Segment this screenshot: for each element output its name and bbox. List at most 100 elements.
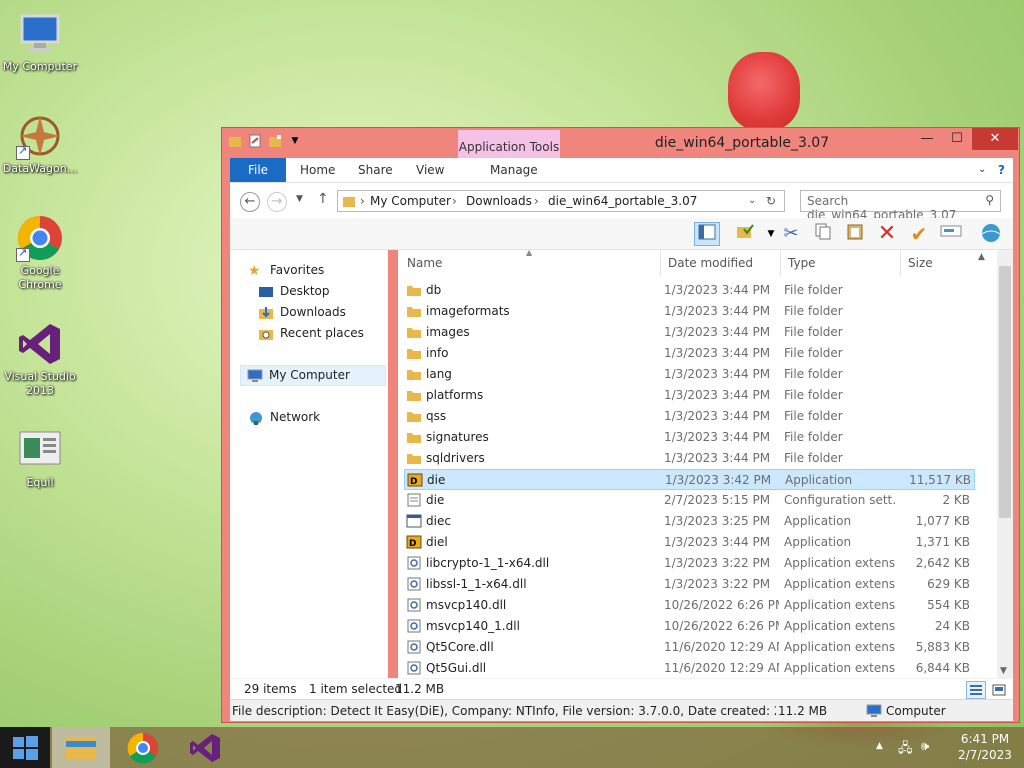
column-divider[interactable] [660,250,661,276]
scroll-up-icon[interactable]: ▲ [978,252,985,262]
vertical-scrollbar[interactable]: ▼ [997,250,1013,678]
file-size: 24 KB [934,619,970,633]
nav-favorites[interactable]: ★ Favorites [248,260,324,281]
volume-icon[interactable]: 🕪 [921,739,929,754]
file-row[interactable]: imageformats 1/3/2023 3:44 PM File folder [404,301,975,322]
search-input[interactable]: Search die_win64_portable_3.07 ⚲ [800,190,1001,222]
globe-icon[interactable] [978,222,1004,246]
column-header-name[interactable]: Name [407,256,442,270]
file-date: 1/3/2023 3:42 PM [665,473,772,487]
cut-icon[interactable]: ✂ [778,222,804,246]
address-dropdown-icon[interactable]: ⌄ [748,195,756,206]
taskbar-file-explorer[interactable] [52,727,110,768]
column-header-type[interactable]: Type [788,256,816,270]
desktop-icon-chrome[interactable]: Google Chrome [0,214,80,292]
file-row[interactable]: Qt5Core.dll 11/6/2020 12:29 AM Application… [404,637,975,658]
large-icons-view-icon[interactable] [989,681,1009,699]
show-hidden-icons-icon[interactable]: ▲ [876,741,883,751]
properties-icon[interactable] [248,134,262,148]
folder-icon[interactable] [228,134,242,148]
file-row[interactable]: libcrypto-1_1-x64.dll 1/3/2023 3:22 PM App… [404,553,975,574]
taskbar-chrome[interactable] [114,727,172,768]
file-date: 1/3/2023 3:44 PM [664,367,771,381]
file-type: File folder [784,367,843,381]
taskbar-visual-studio[interactable] [176,727,234,768]
file-name: msvcp140.dll [426,598,507,612]
file-row[interactable]: info 1/3/2023 3:44 PM File folder [404,343,975,364]
nav-recent-places[interactable]: Recent places [258,323,364,344]
file-row[interactable]: signatures 1/3/2023 3:44 PM File folder [404,427,975,448]
back-button[interactable]: ← [240,192,260,212]
checkmark-icon[interactable]: ✔ [906,222,932,246]
close-button[interactable]: ✕ [972,128,1018,150]
command-toolbar: ▼ ✂ ✕ ✔ [230,218,1013,250]
file-row[interactable]: images 1/3/2023 3:44 PM File folder [404,322,975,343]
file-row[interactable]: diec 1/3/2023 3:25 PM Application 1,077 KB [404,511,975,532]
file-row[interactable]: Ddiel 1/3/2023 3:44 PM Application 1,371 KB [404,532,975,553]
file-row[interactable]: die 2/7/2023 5:15 PM Configuration sett...… [404,490,975,511]
file-name: Qt5Core.dll [426,640,494,654]
nav-downloads[interactable]: Downloads [258,302,346,323]
file-row[interactable]: libssl-1_1-x64.dll 1/3/2023 3:22 PM Applic… [404,574,975,595]
file-row[interactable]: db 1/3/2023 3:44 PM File folder [404,280,975,301]
refresh-icon[interactable]: ↻ [766,194,776,208]
file-row[interactable]: msvcp140_1.dll 10/26/2022 6:26 PM Applicat… [404,616,975,637]
up-arrow-icon[interactable]: ↑ [317,191,329,207]
rename-icon[interactable] [938,222,964,246]
nav-desktop[interactable]: Desktop [258,281,330,302]
tab-share[interactable]: Share [348,158,403,182]
system-clock[interactable]: 6:41 PM 2/7/2023 [950,731,1020,763]
scrollbar-thumb[interactable] [999,266,1011,518]
file-row[interactable]: Qt5Gui.dll 11/6/2020 12:29 AM Application … [404,658,975,678]
tab-view[interactable]: View [406,158,454,182]
breadcrumb-my-computer[interactable]: My Computer [370,194,451,208]
maximize-button[interactable]: ☐ [942,128,972,150]
file-row[interactable]: platforms 1/3/2023 3:44 PM File folder [404,385,975,406]
column-header-size[interactable]: Size [908,256,933,270]
title-bar[interactable]: ▼ Application Tools die_win64_portable_3… [222,128,1019,188]
tab-home[interactable]: Home [290,158,345,182]
address-bar-row: ← → ▼ ↑ › My Computer › Downloads › die_… [230,182,1013,222]
file-name: die [426,493,445,507]
folder-icon [406,304,422,318]
help-icon[interactable]: ? [988,158,1015,182]
tab-file[interactable]: File [230,158,286,182]
minimize-button[interactable]: — [912,128,942,150]
copy-icon[interactable] [810,222,836,246]
recent-locations-icon[interactable]: ▼ [296,194,303,204]
file-name: diel [426,535,448,549]
file-row[interactable]: qss 1/3/2023 3:44 PM File folder [404,406,975,427]
folder-checkmark-icon[interactable] [732,222,758,246]
scroll-down-icon[interactable]: ▼ [1000,666,1007,676]
chevron-down-icon[interactable]: ▼ [288,134,302,148]
preview-pane-icon[interactable] [694,222,720,246]
breadcrumb-current-folder[interactable]: die_win64_portable_3.07 [548,194,697,208]
file-row[interactable]: lang 1/3/2023 3:44 PM File folder [404,364,975,385]
file-row[interactable]: sqldrivers 1/3/2023 3:44 PM File folder [404,448,975,469]
file-row[interactable]: Ddie 1/3/2023 3:42 PM Application 11,517 KB [404,469,975,490]
paste-icon[interactable] [842,222,868,246]
nav-network[interactable]: Network [248,407,320,428]
file-name: signatures [426,430,489,444]
desktop-icon-datawagon[interactable]: DataWagon... [0,112,80,176]
nav-my-computer[interactable]: My Computer [240,365,386,386]
forward-button[interactable]: → [267,192,287,212]
file-type: File folder [784,325,843,339]
delete-icon[interactable]: ✕ [874,222,900,246]
start-button[interactable] [0,727,50,768]
address-field[interactable]: › My Computer › Downloads › die_win64_po… [337,190,785,212]
column-divider[interactable] [780,250,781,276]
column-header-date[interactable]: Date modified [668,256,753,270]
desktop-icon-my-computer[interactable]: My Computer [0,10,80,74]
column-divider[interactable] [900,250,901,276]
details-view-icon[interactable] [966,681,986,699]
desktop-icon-visual-studio[interactable]: Visual Studio 2013 [0,320,80,398]
breadcrumb-downloads[interactable]: Downloads [466,194,532,208]
file-size: 2 KB [942,493,970,507]
network-tray-icon[interactable]: 🖧 [898,739,913,761]
tab-manage[interactable]: Manage [480,158,548,182]
new-folder-icon[interactable] [268,134,282,148]
file-row[interactable]: msvcp140.dll 10/26/2022 6:26 PM Applicatio… [404,595,975,616]
desktop-icon-equil[interactable]: Equil [0,426,80,490]
file-type: Application extens... [784,598,896,612]
